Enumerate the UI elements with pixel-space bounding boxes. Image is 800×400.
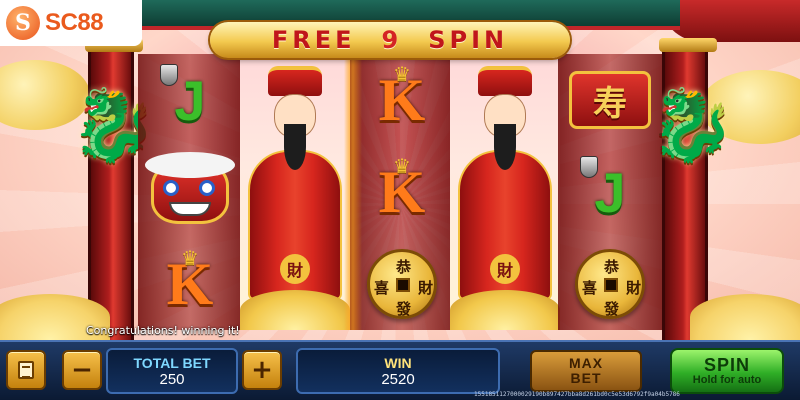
fire-border [344, 54, 362, 330]
shield-icon [580, 156, 598, 178]
symbol-k: ♛ K [378, 154, 426, 225]
fortune-emblem: 財 [280, 254, 310, 284]
symbol-fortune-god-wild: 財 [240, 54, 350, 330]
longevity-plaque: 寿 [569, 71, 651, 129]
free-spin-count: 9 [381, 26, 403, 54]
paytable-icon [18, 361, 34, 379]
round-id: 1551851127000029190b897427bba8d261bd0c5e… [474, 391, 680, 398]
symbol-j: J [138, 54, 242, 146]
coin-icon: 恭 喜 財 發 [367, 249, 437, 319]
crown-icon: ♛ [181, 246, 199, 270]
ground-cloud [690, 294, 800, 340]
control-bar: − TOTAL BET 250 + WIN 2520 MAX BET SPIN … [0, 340, 800, 400]
spin-button[interactable]: SPIN Hold for auto [670, 348, 784, 394]
crown-icon: ♛ [393, 154, 411, 178]
symbol-coin: 恭 喜 財 發 [350, 238, 454, 330]
spin-label: SPIN [703, 354, 750, 375]
crown-icon: ♛ [393, 62, 411, 86]
reel-1: J ♛ K [138, 54, 242, 330]
symbol-fortune-god-wild: 財 [450, 54, 560, 330]
logo-mark-icon: S [6, 6, 40, 40]
win-label: WIN [384, 354, 412, 371]
shield-icon [160, 64, 178, 86]
banner-word-spin: SPIN [428, 26, 509, 54]
free-spin-banner: FREE 9 SPIN [210, 22, 570, 58]
coin-icon: 恭 喜 財 發 [575, 249, 645, 319]
win-value: 2520 [381, 370, 415, 388]
symbol-longevity: 寿 [558, 54, 662, 146]
menu-button[interactable] [6, 350, 46, 390]
win-panel: WIN 2520 [296, 348, 500, 394]
reel-5: 寿 J 恭 喜 財 發 [558, 54, 662, 330]
brand-logo: S SC88 [0, 0, 142, 46]
symbol-coin: 恭 喜 財 發 [558, 238, 662, 330]
banner-word-free: FREE [271, 26, 356, 54]
max-bet-button[interactable]: MAX BET [530, 350, 642, 392]
reel-area: J ♛ K 財 ♛ K ♛ K 恭 喜 財 發 財 寿 J 恭 喜 財 發 [138, 54, 662, 330]
roof-right [660, 0, 800, 42]
symbol-k: ♛ K [378, 62, 426, 133]
spin-sublabel: Hold for auto [692, 373, 762, 386]
decrease-bet-button[interactable]: − [62, 350, 102, 390]
lion-head-icon [145, 152, 235, 232]
total-bet-label: TOTAL BET [133, 354, 211, 371]
increase-bet-button[interactable]: + [242, 350, 282, 390]
win-message: Congratulations! winning it! [86, 324, 240, 337]
total-bet-panel: TOTAL BET 250 [106, 348, 238, 394]
symbol-k: ♛ K [166, 246, 214, 317]
symbol-j: J [558, 146, 662, 238]
symbol-lion-dance [138, 146, 242, 238]
fortune-emblem: 財 [490, 254, 520, 284]
logo-text: SC88 [45, 9, 104, 36]
total-bet-value: 250 [159, 370, 185, 388]
reel-3: ♛ K ♛ K 恭 喜 財 發 [350, 54, 454, 330]
